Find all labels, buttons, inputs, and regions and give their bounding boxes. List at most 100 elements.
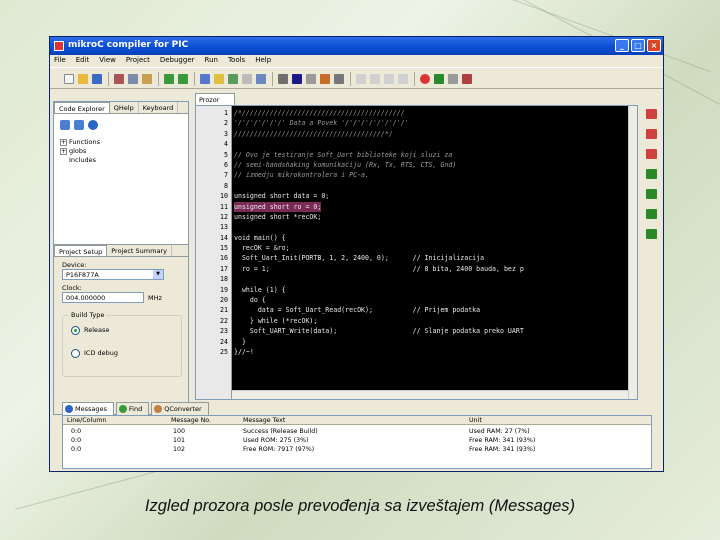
- table-row[interactable]: 0:0 102 Free ROM: 7917 (97%) Free RAM: 3…: [63, 445, 651, 454]
- cut-icon[interactable]: [114, 74, 124, 84]
- expand-all-icon[interactable]: [60, 120, 70, 130]
- run-to-cursor-icon[interactable]: [398, 74, 408, 84]
- help-icon[interactable]: [88, 120, 98, 130]
- chip-icon[interactable]: [320, 74, 330, 84]
- tab-find[interactable]: Find: [115, 402, 150, 415]
- tab-keyboard[interactable]: Keyboard: [139, 102, 179, 113]
- code-line[interactable]: 19 while (1) {: [196, 285, 637, 295]
- code-line[interactable]: 11 unsigned short ro = 0;: [196, 201, 637, 212]
- tab-qconverter[interactable]: QConverter: [151, 402, 209, 415]
- minimize-icon[interactable]: _: [615, 39, 629, 52]
- tree-item-functions[interactable]: + Functions: [60, 138, 100, 147]
- code-line[interactable]: 4: [196, 139, 637, 149]
- device-select[interactable]: P16F877A ▼: [62, 269, 164, 280]
- terminal-icon[interactable]: [646, 169, 657, 179]
- editor-tab[interactable]: Prozor: [195, 93, 235, 105]
- code-line[interactable]: 3 //////////////////////////////////////*…: [196, 129, 637, 139]
- code-editor[interactable]: 1 /*/////////////////////////////////////…: [195, 105, 638, 400]
- tab-project-setup[interactable]: Project Setup: [54, 245, 108, 256]
- reset-icon[interactable]: [462, 74, 472, 84]
- watch-icon[interactable]: [646, 109, 657, 119]
- code-line[interactable]: 12 unsigned short *recOK;: [196, 212, 637, 222]
- release-radio[interactable]: [71, 326, 80, 335]
- code-line[interactable]: 6 // semi-handshaking komunikaciju (Rx, T…: [196, 160, 637, 170]
- stopwatch-icon[interactable]: [646, 129, 657, 139]
- col-message-text[interactable]: Message Text: [243, 417, 285, 424]
- menu-help[interactable]: Help: [255, 56, 271, 66]
- code-line[interactable]: 25}//~!: [196, 347, 637, 357]
- tools-icon[interactable]: [278, 74, 288, 84]
- code-line[interactable]: 14 void main() {: [196, 233, 637, 243]
- menu-project[interactable]: Project: [126, 56, 150, 66]
- code-line[interactable]: 2 '/'/'/'/'/'/' Data a Povek '/'/'/'/'/'/…: [196, 118, 637, 128]
- title-bar[interactable]: mikroC compiler for PIC _ □ ×: [50, 37, 663, 55]
- chevron-down-icon[interactable]: ▼: [153, 270, 163, 279]
- save-icon[interactable]: [92, 74, 102, 84]
- horizontal-scrollbar[interactable]: [232, 390, 628, 399]
- code-line[interactable]: 8: [196, 181, 637, 191]
- code-line[interactable]: 17 ro = 1; // 8 bita, 2400 bauda, bez p: [196, 264, 637, 274]
- step-icon[interactable]: [356, 74, 366, 84]
- disassembly-icon[interactable]: [646, 149, 657, 159]
- code-line[interactable]: 20 do {: [196, 295, 637, 305]
- code-line[interactable]: 24 }: [196, 337, 637, 347]
- ascii-chart-icon[interactable]: [646, 209, 657, 219]
- menu-tools[interactable]: Tools: [228, 56, 245, 66]
- tree-item-includes[interactable]: Includes: [60, 156, 100, 165]
- add-file-icon[interactable]: [228, 74, 238, 84]
- font-icon[interactable]: [292, 74, 302, 84]
- tab-messages[interactable]: Messages: [62, 402, 114, 415]
- code-line[interactable]: 18: [196, 274, 637, 284]
- code-line[interactable]: 23 Soft_UART_Write(data); // Slanje poda…: [196, 326, 637, 336]
- code-line[interactable]: 5 // Ovo je testiranje Soft_Uart bibliote…: [196, 150, 637, 160]
- paste-icon[interactable]: [142, 74, 152, 84]
- open-file-icon[interactable]: [78, 74, 88, 84]
- compile-icon[interactable]: [242, 74, 252, 84]
- vertical-scrollbar[interactable]: [628, 106, 637, 399]
- redo-icon[interactable]: [178, 74, 188, 84]
- tree-item-globs[interactable]: + globs: [60, 147, 100, 156]
- view-icon[interactable]: [306, 74, 316, 84]
- stop-icon[interactable]: [448, 74, 458, 84]
- new-file-icon[interactable]: [64, 74, 74, 84]
- code-line[interactable]: 21 data = Soft_Uart_Read(recOK); // Prij…: [196, 305, 637, 315]
- code-line[interactable]: 15 recOK = &ro;: [196, 243, 637, 253]
- build-icon[interactable]: [256, 74, 266, 84]
- menu-edit[interactable]: Edit: [76, 56, 90, 66]
- code-line[interactable]: 22 } while (*recOK);: [196, 316, 637, 326]
- breakpoint-icon[interactable]: [420, 74, 430, 84]
- step-over-icon[interactable]: [370, 74, 380, 84]
- tab-qhelp[interactable]: QHelp: [110, 102, 139, 113]
- tab-code-explorer[interactable]: Code Explorer: [54, 102, 110, 113]
- code-line[interactable]: 13: [196, 222, 637, 232]
- expand-icon[interactable]: +: [60, 148, 67, 155]
- menu-run[interactable]: Run: [205, 56, 218, 66]
- col-message-no[interactable]: Message No.: [171, 417, 211, 424]
- monitor-icon[interactable]: [334, 74, 344, 84]
- code-line[interactable]: 1 /*/////////////////////////////////////…: [196, 108, 637, 118]
- menu-file[interactable]: File: [54, 56, 66, 66]
- statistics-icon[interactable]: [646, 189, 657, 199]
- close-icon[interactable]: ×: [647, 39, 661, 52]
- table-row[interactable]: 0:0 100 Success (Release Build) Used RAM…: [63, 427, 651, 436]
- open-project-icon[interactable]: [214, 74, 224, 84]
- step-out-icon[interactable]: [384, 74, 394, 84]
- expand-icon[interactable]: +: [60, 139, 67, 146]
- code-line[interactable]: 16 Soft_Uart_Init(PORTB, 1, 2, 2400, 0);…: [196, 253, 637, 263]
- copy-icon[interactable]: [128, 74, 138, 84]
- icd-debug-radio[interactable]: [71, 349, 80, 358]
- col-unit[interactable]: Unit: [469, 417, 482, 424]
- code-line[interactable]: 7 // izmedju mikrokontrolera i PC-a.: [196, 170, 637, 180]
- collapse-all-icon[interactable]: [74, 120, 84, 130]
- code-line[interactable]: 10 unsigned short data = 0;: [196, 191, 637, 201]
- maximize-icon[interactable]: □: [631, 39, 645, 52]
- menu-debugger[interactable]: Debugger: [160, 56, 195, 66]
- project-icon[interactable]: [200, 74, 210, 84]
- table-row[interactable]: 0:0 101 Used ROM: 275 (3%) Free RAM: 341…: [63, 436, 651, 445]
- tab-project-summary[interactable]: Project Summary: [107, 245, 172, 256]
- undo-icon[interactable]: [164, 74, 174, 84]
- col-line-column[interactable]: Line/Column: [67, 417, 106, 424]
- menu-view[interactable]: View: [99, 56, 116, 66]
- run-icon[interactable]: [434, 74, 444, 84]
- seven-segment-icon[interactable]: [646, 229, 657, 239]
